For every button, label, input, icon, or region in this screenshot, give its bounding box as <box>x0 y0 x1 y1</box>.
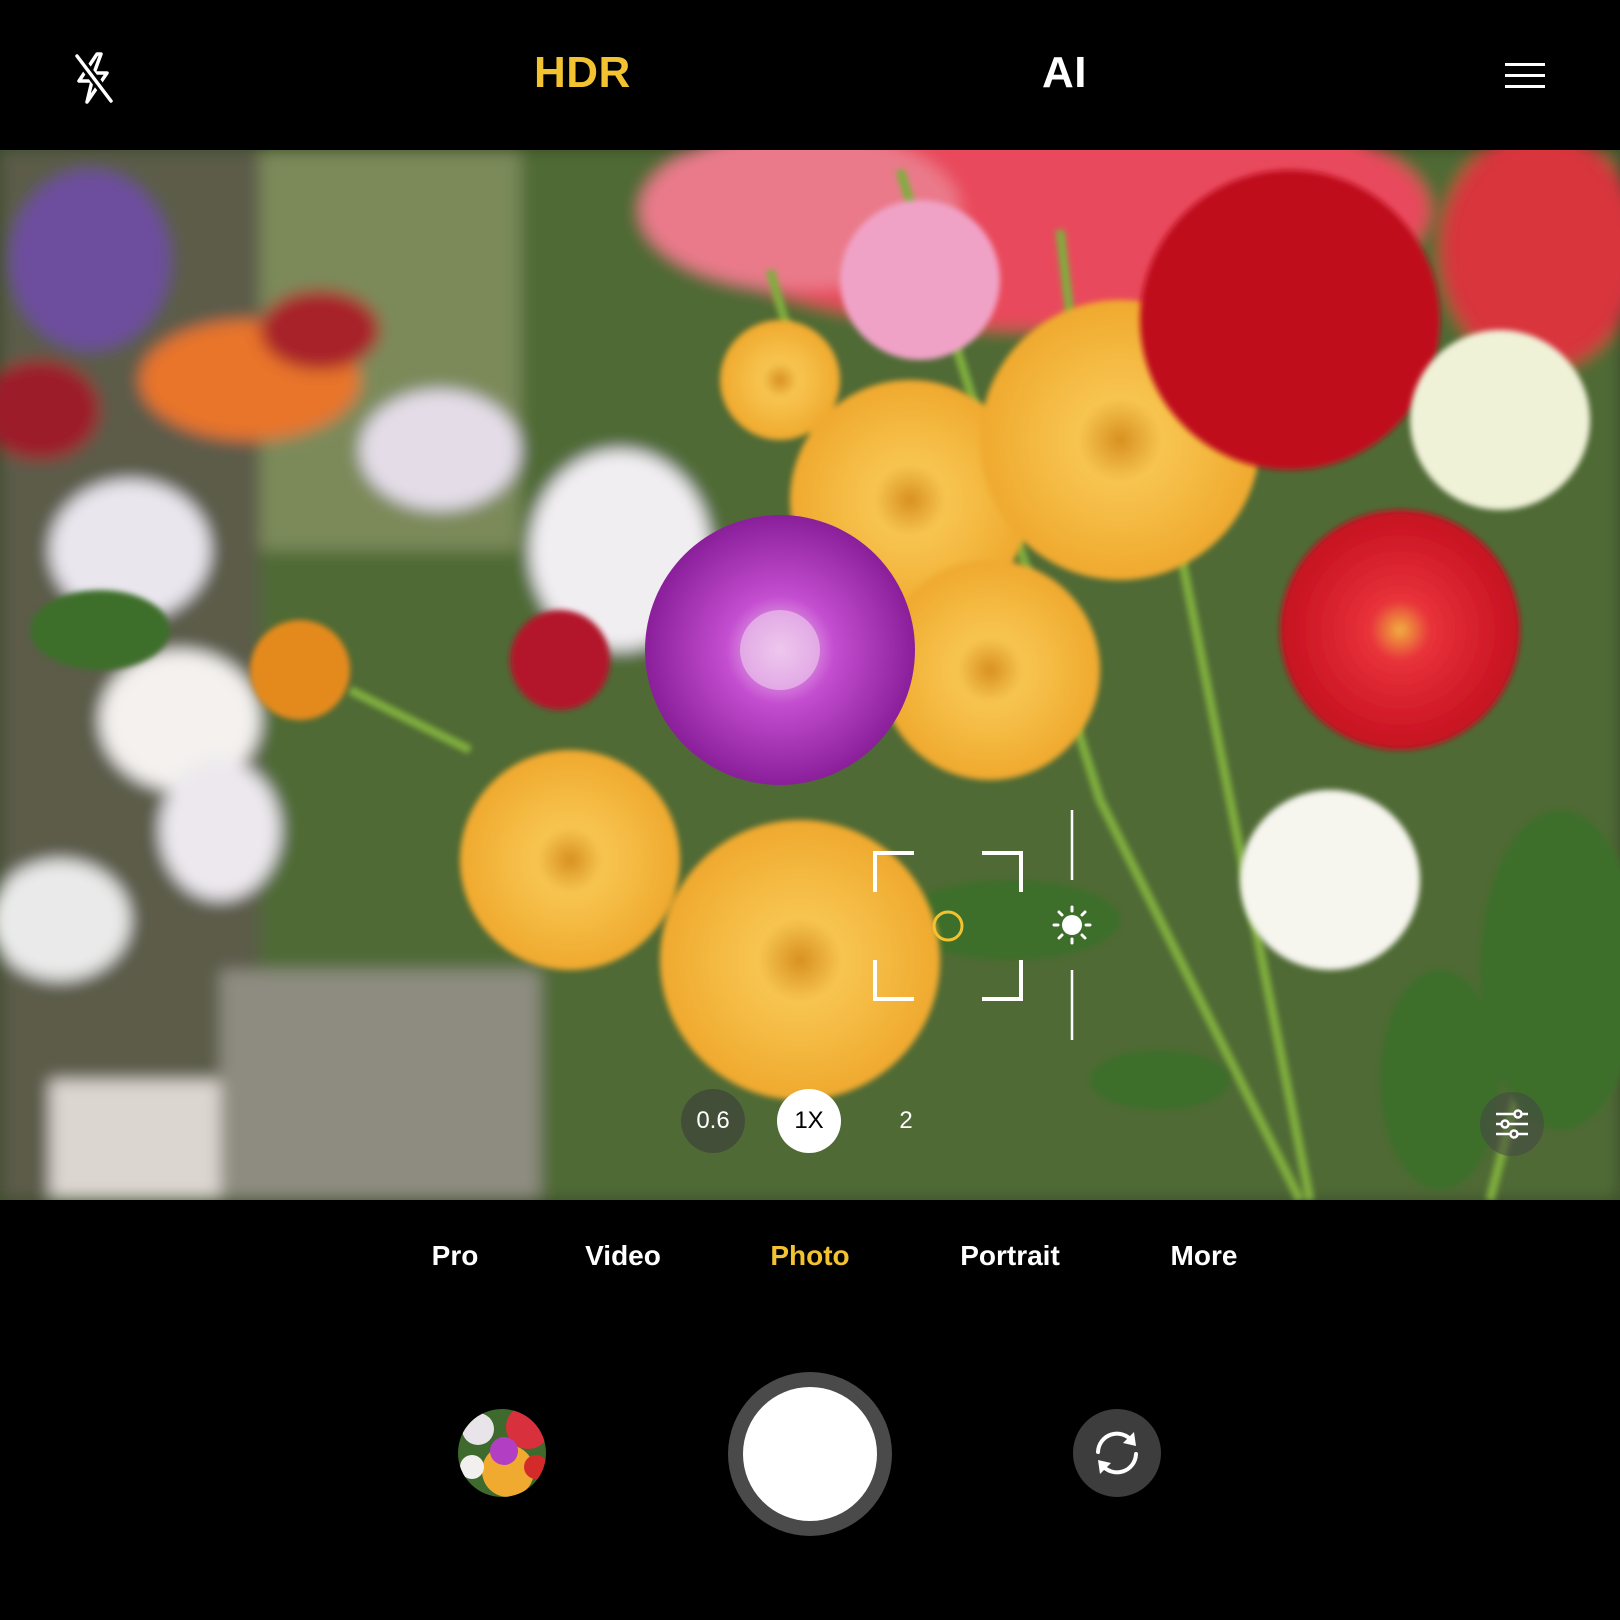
mode-more[interactable]: More <box>1171 1240 1238 1272</box>
shutter-inner <box>743 1387 877 1521</box>
hamburger-menu-icon[interactable] <box>1500 56 1550 96</box>
hdr-toggle[interactable]: HDR <box>534 48 631 98</box>
sun-exposure-icon[interactable] <box>1052 905 1092 945</box>
mode-photo[interactable]: Photo <box>770 1240 849 1272</box>
bottom-controls <box>0 1320 1620 1620</box>
top-bar: HDR AI <box>0 0 1620 150</box>
mode-pro[interactable]: Pro <box>432 1240 479 1272</box>
mode-portrait[interactable]: Portrait <box>960 1240 1060 1272</box>
zoom-0.6[interactable]: 0.6 <box>681 1089 745 1153</box>
focus-frame-icon[interactable] <box>872 850 1024 1002</box>
switch-camera-icon[interactable] <box>1073 1409 1161 1497</box>
flash-off-icon[interactable] <box>68 50 118 106</box>
viewfinder-preview-image <box>0 150 1620 1200</box>
camera-viewfinder[interactable] <box>0 150 1620 1200</box>
sliders-icon[interactable] <box>1480 1092 1544 1156</box>
mode-video[interactable]: Video <box>585 1240 661 1272</box>
zoom-2[interactable]: 2 <box>874 1089 938 1153</box>
mode-selector: Pro Video Photo Portrait More <box>0 1240 1620 1290</box>
gallery-thumbnail[interactable] <box>458 1409 546 1497</box>
ai-toggle[interactable]: AI <box>1042 48 1087 98</box>
shutter-button[interactable] <box>728 1372 892 1536</box>
zoom-1x[interactable]: 1X <box>777 1089 841 1153</box>
